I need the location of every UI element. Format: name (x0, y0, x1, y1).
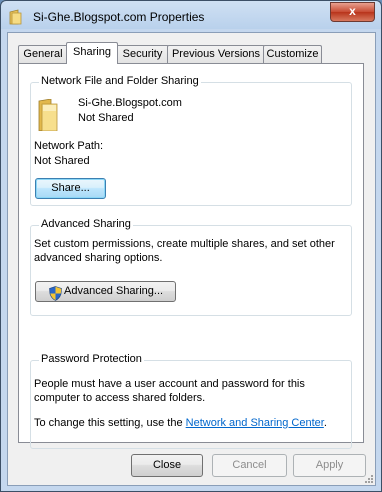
network-path-value: Not Shared (34, 155, 90, 167)
tab-sharing[interactable]: Sharing (66, 42, 118, 64)
password-protection-line-1: People must have a user account and pass… (34, 378, 305, 390)
password-protection-line-2: computer to access shared folders. (34, 392, 206, 404)
resize-grip-icon[interactable] (364, 474, 374, 484)
tab-general[interactable]: General (18, 45, 68, 63)
close-window-button[interactable]: x (330, 2, 375, 22)
network-sharing-group: Network File and Folder Sharing Si-Ghe.B… (30, 75, 352, 206)
network-path-label: Network Path: (34, 140, 104, 152)
tab-customize[interactable]: Customize (263, 45, 322, 63)
tab-strip: General Sharing Security Previous Versio… (18, 42, 368, 64)
advanced-sharing-desc-1: Set custom permissions, create multiple … (34, 238, 335, 250)
window-title: Si-Ghe.Blogspot.com Properties (33, 10, 205, 24)
close-icon: x (349, 4, 356, 18)
advanced-sharing-button[interactable]: Advanced Sharing... (35, 281, 176, 302)
folder-share-status: Not Shared (78, 112, 134, 124)
tab-previous-versions[interactable]: Previous Versions (167, 45, 265, 63)
network-sharing-center-link[interactable]: Network and Sharing Center (186, 417, 324, 429)
properties-dialog: Si-Ghe.Blogspot.com Properties x General… (0, 0, 382, 492)
uac-shield-icon (49, 286, 62, 301)
title-bar[interactable]: Si-Ghe.Blogspot.com Properties x (1, 1, 381, 33)
dialog-body: General Sharing Security Previous Versio… (7, 32, 376, 486)
tab-security[interactable]: Security (116, 45, 169, 63)
close-button[interactable]: Close (131, 454, 203, 477)
sharing-tab-panel: Network File and Folder Sharing Si-Ghe.B… (18, 63, 364, 449)
folder-name: Si-Ghe.Blogspot.com (78, 97, 182, 109)
advanced-sharing-group: Advanced Sharing Set custom permissions,… (30, 218, 352, 316)
change-setting-suffix: . (323, 417, 327, 429)
advanced-sharing-button-label: Advanced Sharing... (64, 285, 164, 297)
password-protection-group: Password Protection People must have a u… (30, 353, 352, 449)
network-sharing-title: Network File and Folder Sharing (39, 75, 201, 87)
apply-button[interactable]: Apply (293, 454, 366, 477)
change-setting-text: To change this setting, use the Network … (34, 416, 327, 431)
cancel-button[interactable]: Cancel (212, 454, 287, 477)
advanced-sharing-title: Advanced Sharing (39, 218, 133, 230)
change-setting-prefix: To change this setting, use the (34, 417, 186, 429)
advanced-sharing-desc-2: advanced sharing options. (34, 252, 163, 264)
folder-icon (9, 9, 22, 25)
password-protection-title: Password Protection (39, 353, 144, 365)
share-button[interactable]: Share... (35, 178, 106, 199)
shared-folder-icon (38, 99, 58, 131)
